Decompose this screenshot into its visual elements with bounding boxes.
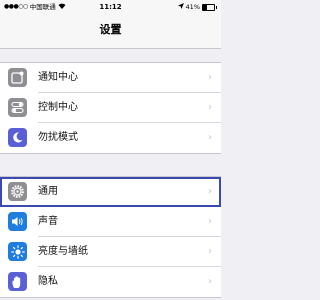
settings-item-label: 勿扰模式 [38,132,78,143]
page-title: 设置 [99,23,122,36]
hand-icon [8,272,27,291]
chevron-right-icon: › [208,72,212,83]
status-bar: ●●●○○ 中国联通 11:12 41% [0,0,221,14]
settings-item-label: 亮度与墙纸 [38,246,88,257]
location-arrow-icon [177,0,184,14]
battery-icon [202,3,215,11]
settings-item-label: 通用 [38,186,58,197]
navigation-bar: 设置 [0,14,221,49]
control-center-icon [8,98,27,117]
notification-center-icon [8,68,27,87]
settings-item-notification-center[interactable]: 通知中心 › [0,63,221,93]
battery-percent: 41% [185,3,200,11]
settings-item-label: 隐私 [38,276,58,287]
speaker-icon [8,212,27,231]
settings-group-2: 通用 › 声音 › 亮度与墙纸 › 隐私 › [0,176,221,298]
selection-highlight-box [0,177,221,207]
settings-item-privacy[interactable]: 隐私 › [0,267,221,297]
settings-item-label: 声音 [38,216,58,227]
chevron-right-icon: › [208,102,212,113]
chevron-right-icon: › [208,132,212,143]
do-not-disturb-icon [8,128,27,147]
settings-item-general[interactable]: 通用 › [0,177,221,207]
settings-item-label: 控制中心 [38,102,78,113]
settings-item-control-center[interactable]: 控制中心 › [0,93,221,123]
chevron-right-icon: › [208,276,212,287]
gear-icon [8,182,27,201]
settings-item-sounds[interactable]: 声音 › [0,207,221,237]
settings-group-1: 通知中心 › 控制中心 › 勿扰模式 › [0,62,221,154]
chevron-right-icon: › [208,246,212,257]
brightness-icon [8,242,27,261]
chevron-right-icon: › [208,186,212,197]
chevron-right-icon: › [208,216,212,227]
settings-item-label: 通知中心 [38,72,78,83]
settings-item-brightness-wallpaper[interactable]: 亮度与墙纸 › [0,237,221,267]
settings-item-do-not-disturb[interactable]: 勿扰模式 › [0,123,221,153]
